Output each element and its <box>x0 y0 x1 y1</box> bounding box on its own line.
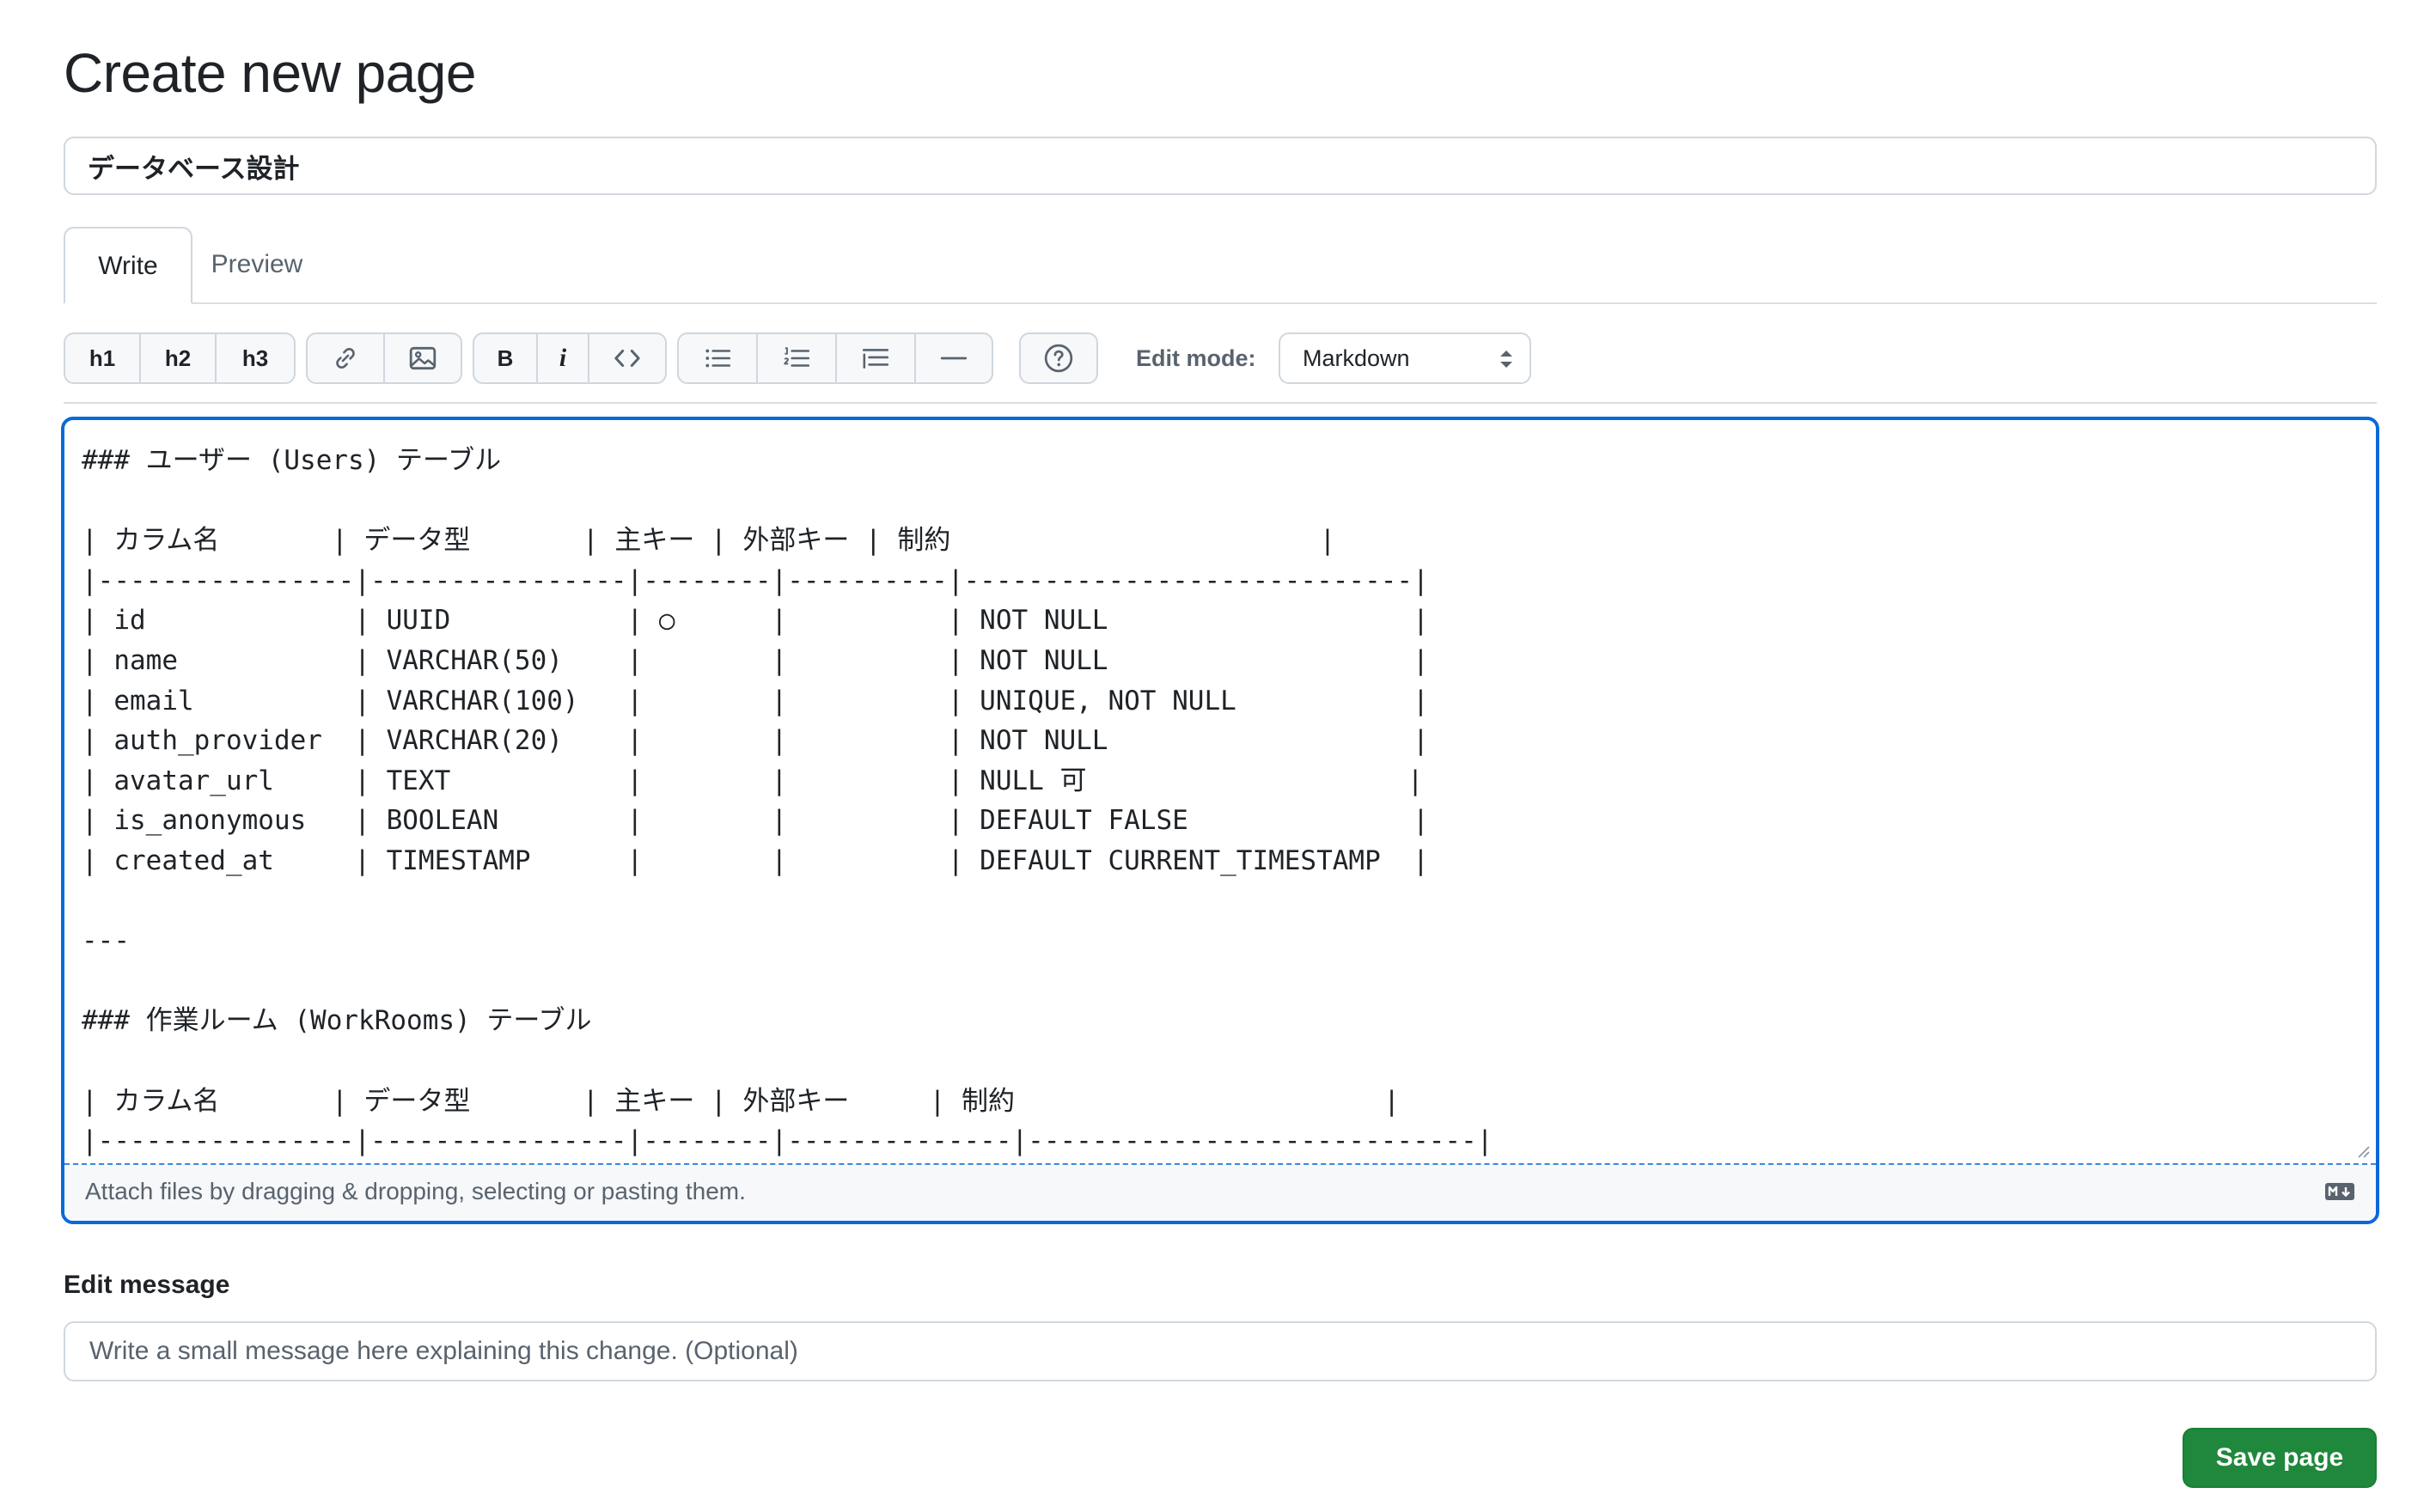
markdown-editor: ### ユーザー (Users) テーブル | カラム名 | データ型 | 主キ… <box>61 417 2379 1224</box>
ordered-list-button[interactable] <box>758 334 837 382</box>
edit-message-input[interactable] <box>64 1321 2377 1381</box>
format-button-group: B i <box>473 332 667 384</box>
ordered-list-icon <box>784 347 810 367</box>
code-button[interactable] <box>589 334 665 382</box>
horizontal-rule-button[interactable] <box>916 334 992 382</box>
edit-mode-value: Markdown <box>1303 345 1410 371</box>
heading-button-group: h1 h2 h3 <box>64 332 296 384</box>
editor-tabs: Write Preview <box>64 227 2377 304</box>
markdown-icon[interactable] <box>2324 1182 2355 1201</box>
task-list-button[interactable] <box>837 334 916 382</box>
toolbar-divider <box>64 402 2377 404</box>
save-page-button[interactable]: Save page <box>2183 1428 2377 1488</box>
link-button[interactable] <box>308 334 385 382</box>
unordered-list-button[interactable] <box>679 334 758 382</box>
task-list-icon <box>862 349 889 369</box>
tab-write[interactable]: Write <box>64 227 192 304</box>
insert-button-group <box>306 332 462 384</box>
image-icon <box>409 346 437 370</box>
help-button[interactable] <box>1021 334 1096 382</box>
edit-mode-select[interactable]: Markdown <box>1279 332 1531 384</box>
select-caret-icon <box>1500 351 1512 368</box>
page-title: Create new page <box>64 42 476 104</box>
help-icon <box>1044 344 1073 373</box>
attach-files-bar[interactable]: Attach files by dragging & dropping, sel… <box>64 1163 2376 1221</box>
h1-button[interactable]: h1 <box>65 334 141 382</box>
attach-files-text: Attach files by dragging & dropping, sel… <box>85 1178 746 1204</box>
italic-button[interactable]: i <box>538 334 589 382</box>
unordered-list-icon <box>705 349 731 368</box>
page-title-input[interactable] <box>64 137 2377 195</box>
resize-handle-icon[interactable] <box>2355 1143 2371 1159</box>
list-button-group <box>677 332 993 384</box>
editor-textarea[interactable]: ### ユーザー (Users) テーブル | カラム名 | データ型 | 主キ… <box>64 420 2376 1163</box>
h3-button[interactable]: h3 <box>217 334 294 382</box>
tab-preview[interactable]: Preview <box>192 227 321 304</box>
code-icon <box>614 350 640 367</box>
horizontal-rule-icon <box>940 357 968 360</box>
h2-button[interactable]: h2 <box>141 334 217 382</box>
bold-button[interactable]: B <box>474 334 538 382</box>
edit-mode-label: Edit mode: <box>1136 345 1256 371</box>
link-icon <box>336 348 355 369</box>
help-button-group <box>1019 332 1098 384</box>
image-button[interactable] <box>385 334 461 382</box>
create-page-form: Create new page Write Preview h1 h2 h3 <box>0 0 2430 1512</box>
edit-message-label: Edit message <box>64 1271 230 1299</box>
